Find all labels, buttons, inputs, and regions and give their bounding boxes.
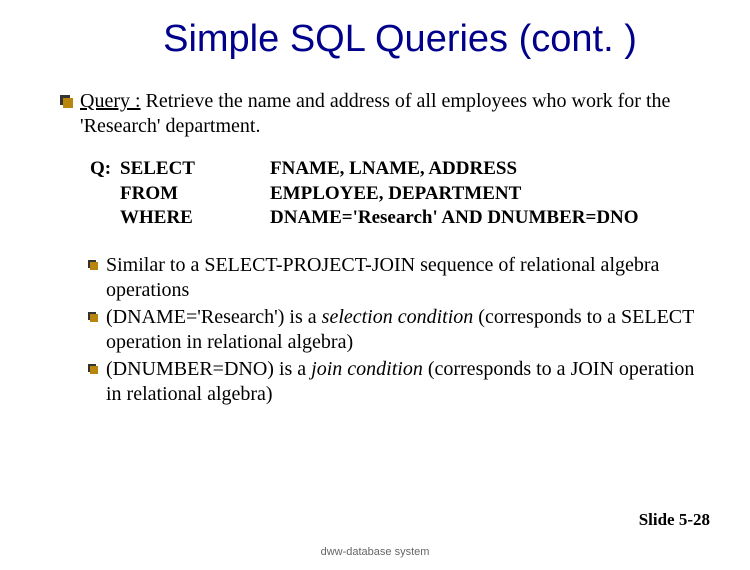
- sub-em: join condition: [311, 358, 423, 380]
- query-label: Query :: [80, 90, 141, 112]
- sql-row-where: WHERE DNAME='Research' AND DNUMBER=DNO: [90, 206, 710, 231]
- slide-title: Simple SQL Queries (cont. ): [90, 18, 710, 61]
- val-from: EMPLOYEE, DEPARTMENT: [270, 182, 521, 207]
- sub-text: Similar to a SELECT-PROJECT-JOIN sequenc…: [106, 254, 659, 301]
- bullet-icon: [88, 260, 96, 268]
- sub-bullet-list: Similar to a SELECT-PROJECT-JOIN sequenc…: [88, 253, 710, 407]
- kw-where: WHERE: [120, 206, 270, 231]
- slide-number: Slide 5-28: [639, 510, 710, 530]
- list-item: Similar to a SELECT-PROJECT-JOIN sequenc…: [88, 253, 710, 303]
- sub-text: (DNAME='Research') is a: [106, 306, 322, 328]
- bullet-icon: [60, 95, 70, 105]
- kw-from: FROM: [120, 182, 270, 207]
- q-prefix: Q:: [90, 157, 120, 182]
- bullet-icon: [88, 312, 96, 320]
- list-item: (DNUMBER=DNO) is a join condition (corre…: [88, 357, 710, 407]
- bullet-icon: [88, 364, 96, 372]
- sql-block: Q: SELECT FNAME, LNAME, ADDRESS FROM EMP…: [90, 157, 710, 231]
- sql-row-from: FROM EMPLOYEE, DEPARTMENT: [90, 182, 710, 207]
- val-select: FNAME, LNAME, ADDRESS: [270, 157, 517, 182]
- query-body: Retrieve the name and address of all emp…: [80, 90, 670, 137]
- footer-text: dww-database system: [0, 546, 750, 558]
- query-text: Query : Retrieve the name and address of…: [80, 89, 710, 139]
- sql-row-select: Q: SELECT FNAME, LNAME, ADDRESS: [90, 157, 710, 182]
- list-item: (DNAME='Research') is a selection condit…: [88, 305, 710, 355]
- sub-em: selection condition: [322, 306, 474, 328]
- val-where: DNAME='Research' AND DNUMBER=DNO: [270, 206, 639, 231]
- slide: Simple SQL Queries (cont. ) Query : Retr…: [0, 0, 750, 570]
- sub-text: (DNUMBER=DNO) is a: [106, 358, 311, 380]
- kw-select: SELECT: [120, 157, 270, 182]
- query-bullet: Query : Retrieve the name and address of…: [60, 89, 710, 139]
